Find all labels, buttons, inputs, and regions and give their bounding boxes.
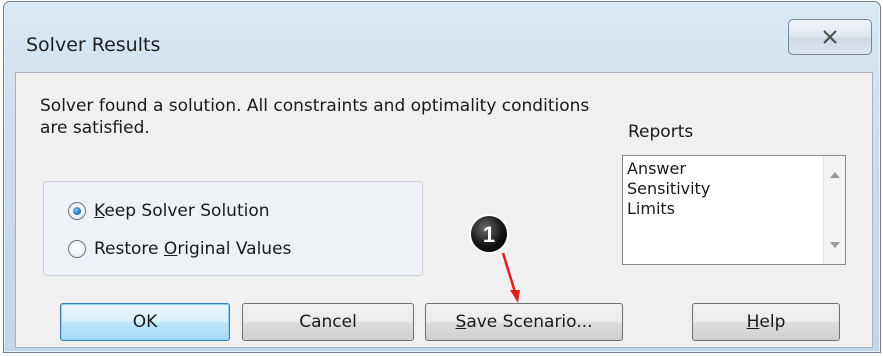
save-scenario-button[interactable]: Save Scenario... — [425, 303, 623, 341]
report-item-answer[interactable]: Answer — [627, 159, 710, 179]
scroll-up-arrow-icon[interactable] — [830, 171, 840, 179]
dialog-content: Solver found a solution. All constraints… — [15, 72, 873, 348]
reports-items: Answer Sensitivity Limits — [627, 159, 710, 219]
solution-options-group: Keep Solver Solution Restore Original Va… — [43, 181, 423, 276]
restore-values-label: Restore Original Values — [94, 239, 292, 259]
cancel-button[interactable]: Cancel — [242, 303, 414, 341]
reports-listbox[interactable]: Answer Sensitivity Limits — [622, 155, 846, 265]
close-button[interactable] — [788, 19, 872, 55]
ok-button[interactable]: OK — [60, 303, 230, 341]
report-item-sensitivity[interactable]: Sensitivity — [627, 179, 710, 199]
window-title: Solver Results — [26, 34, 161, 56]
reports-scrollbar[interactable] — [823, 156, 845, 264]
title-bar[interactable]: Solver Results — [4, 2, 880, 74]
help-button[interactable]: Help — [692, 303, 840, 341]
restore-values-radio[interactable] — [68, 240, 86, 258]
status-message: Solver found a solution. All constraints… — [40, 96, 590, 138]
keep-solution-radio[interactable] — [68, 202, 86, 220]
restore-original-values-option[interactable]: Restore Original Values — [68, 239, 291, 259]
close-x-icon — [823, 30, 837, 44]
solver-results-window: Solver Results Solver found a solution. … — [3, 1, 881, 353]
reports-label: Reports — [628, 122, 694, 142]
keep-solution-label: Keep Solver Solution — [94, 201, 270, 221]
keep-solver-solution-option[interactable]: Keep Solver Solution — [68, 201, 270, 221]
report-item-limits[interactable]: Limits — [627, 199, 710, 219]
scroll-down-arrow-icon[interactable] — [830, 241, 840, 249]
